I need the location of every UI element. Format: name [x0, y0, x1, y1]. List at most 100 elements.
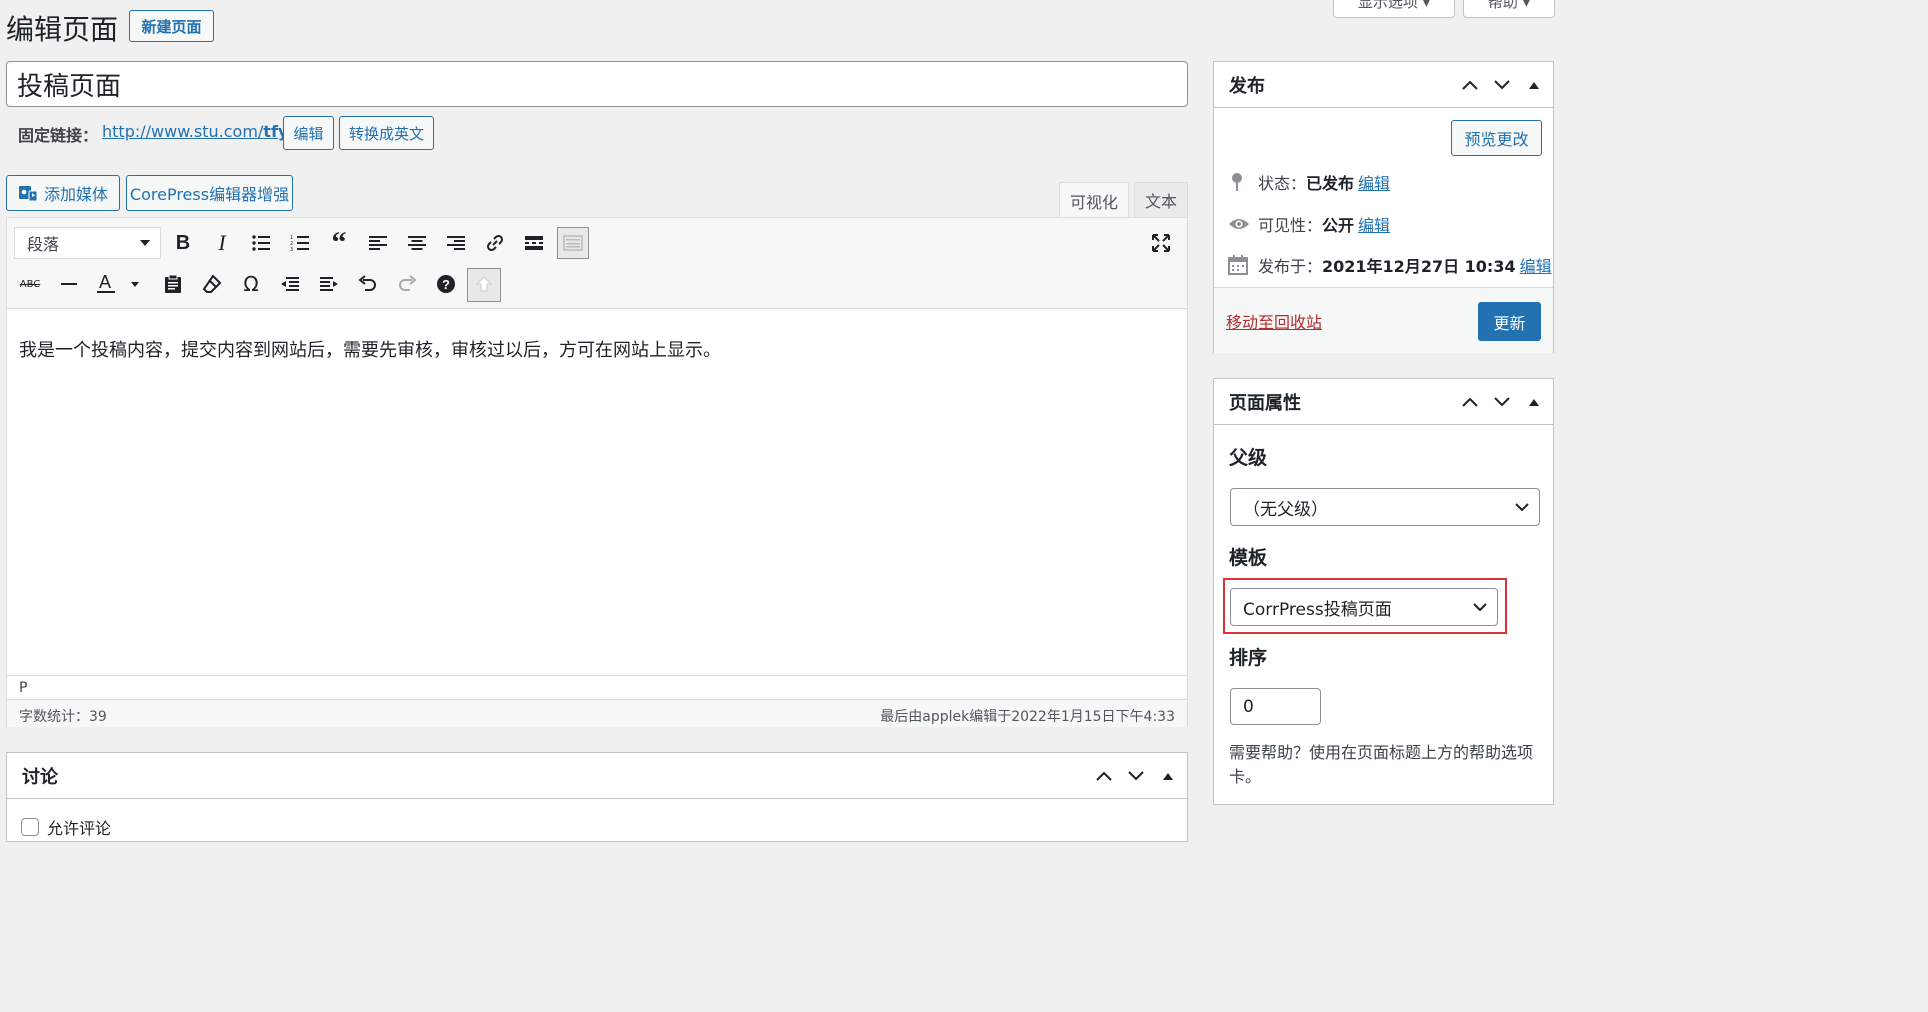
outdent-icon[interactable] [274, 268, 306, 300]
visibility-value: 公开 [1322, 216, 1355, 235]
editor-content[interactable]: 我是一个投稿内容，提交内容到网站后，需要先审核，审核过以后，方可在网站上显示。 [19, 336, 721, 362]
collapse-icon[interactable] [1523, 74, 1545, 96]
caret-down-icon [140, 240, 150, 246]
allow-comments-checkbox[interactable] [21, 818, 39, 836]
edit-slug-button[interactable]: 编辑 [283, 116, 334, 150]
strikethrough-icon[interactable]: ABC [14, 268, 46, 300]
page-title: 编辑页面 [6, 13, 119, 46]
publish-actions: 移动至回收站 更新 [1214, 287, 1553, 353]
move-up-icon[interactable] [1459, 391, 1481, 413]
read-more-icon[interactable] [518, 227, 550, 259]
format-select[interactable]: 段落 [14, 227, 161, 259]
publish-panel: 发布 预览更改 状态： 已发布 编辑 可见性： 公开 编辑 发布于： 2021年… [1213, 61, 1554, 353]
status-label: 状态： [1258, 174, 1307, 193]
bullet-list-icon[interactable] [245, 227, 277, 259]
editor-footer: 字数统计：39 最后由applek编辑于2022年1月15日下午4:33 [7, 699, 1187, 727]
discussion-title: 讨论 [22, 766, 58, 788]
undo-icon[interactable] [352, 268, 384, 300]
word-count: 字数统计：39 [19, 709, 107, 725]
published-label: 发布于： [1258, 257, 1323, 276]
parent-select[interactable]: （无父级） [1230, 488, 1540, 526]
allow-comments-option[interactable]: 允许评论 [21, 815, 111, 839]
visibility-edit-link[interactable]: 编辑 [1358, 212, 1390, 236]
translate-slug-button[interactable]: 转换成英文 [339, 116, 434, 150]
status-edit-link[interactable]: 编辑 [1358, 170, 1390, 194]
link-icon[interactable] [479, 227, 511, 259]
title-input-value: 投稿页面 [17, 71, 122, 102]
format-select-value: 段落 [27, 235, 60, 254]
published-row: 发布于： 2021年12月27日 10:34 编辑 [1228, 253, 1552, 277]
parent-label: 父级 [1229, 447, 1268, 469]
keyboard-shortcuts-icon[interactable]: ? [430, 268, 462, 300]
status-value: 已发布 [1306, 174, 1355, 193]
collapse-icon[interactable] [1157, 765, 1179, 787]
clear-formatting-icon[interactable] [196, 268, 228, 300]
screen-options-button[interactable]: 显示选项 ▾ [1333, 0, 1455, 18]
allow-comments-label: 允许评论 [47, 819, 112, 838]
page-attributes-controls [1459, 379, 1545, 425]
tab-text[interactable]: 文本 [1134, 182, 1188, 218]
new-page-button[interactable]: 新建页面 [129, 10, 214, 42]
parent-select-value: （无父级） [1243, 499, 1328, 520]
preview-changes-button[interactable]: 预览更改 [1451, 120, 1542, 156]
align-left-icon[interactable] [362, 227, 394, 259]
paste-text-icon[interactable] [157, 268, 189, 300]
add-media-icon [18, 186, 38, 202]
blockquote-icon[interactable]: “ [323, 226, 355, 259]
svg-text:?: ? [442, 277, 450, 292]
align-right-icon[interactable] [440, 227, 472, 259]
move-down-icon[interactable] [1491, 74, 1513, 96]
align-center-icon[interactable] [401, 227, 433, 259]
move-down-icon[interactable] [1125, 765, 1147, 787]
editor-path: P [7, 675, 1187, 699]
publish-title: 发布 [1229, 75, 1265, 97]
move-to-trash-link[interactable]: 移动至回收站 [1226, 309, 1322, 333]
template-label: 模板 [1229, 547, 1268, 569]
status-row: 状态： 已发布 编辑 [1228, 170, 1390, 194]
indent-icon[interactable] [313, 268, 345, 300]
toolbar-toggle-icon[interactable] [557, 227, 589, 259]
tab-visual[interactable]: 可视化 [1059, 182, 1129, 218]
order-input[interactable]: 0 [1230, 688, 1321, 725]
template-select[interactable]: CorrPress投稿页面 [1230, 588, 1498, 626]
discussion-panel: 讨论 允许评论 [6, 752, 1188, 842]
add-media-label: 添加媒体 [43, 185, 108, 204]
editor-toolbar: 段落 B I 123 “ ABC A Ω ? [7, 218, 1187, 309]
permalink-url[interactable]: http://www.stu.com/tfym [102, 122, 305, 141]
corepress-enhance-button[interactable]: CorePress编辑器增强 [126, 175, 293, 211]
special-character-icon[interactable]: Ω [235, 268, 267, 300]
move-up-icon[interactable] [1093, 765, 1115, 787]
help-button[interactable]: 帮助 ▾ [1463, 0, 1555, 18]
add-media-button[interactable]: 添加媒体 [6, 175, 120, 211]
fullscreen-icon[interactable] [1145, 227, 1177, 259]
order-label: 排序 [1229, 647, 1268, 669]
order-input-value: 0 [1243, 696, 1254, 717]
page-attributes-panel: 页面属性 父级 （无父级） 模板 CorrPress投稿页面 排序 0 需要帮助… [1213, 378, 1554, 805]
title-input[interactable]: 投稿页面 [6, 61, 1188, 107]
published-edit-link[interactable]: 编辑 [1520, 253, 1552, 277]
template-select-value: CorrPress投稿页面 [1243, 599, 1392, 620]
permalink-base: http://www.stu.com/ [102, 122, 264, 141]
editor-container: 段落 B I 123 “ ABC A Ω ? 我是一个投稿内容，提交内容到网站后… [6, 217, 1188, 727]
visibility-row: 可见性： 公开 编辑 [1228, 212, 1390, 236]
redo-icon[interactable] [391, 268, 423, 300]
page-attributes-title: 页面属性 [1229, 392, 1301, 414]
page-attributes-help: 需要帮助？使用在页面标题上方的帮助选项卡。 [1229, 743, 1534, 786]
italic-icon[interactable]: I [206, 227, 238, 259]
update-button[interactable]: 更新 [1478, 302, 1541, 341]
horizontal-line-icon[interactable] [53, 268, 85, 300]
discussion-header[interactable]: 讨论 [7, 753, 1187, 799]
permalink-label: 固定链接： [18, 126, 99, 145]
move-down-icon[interactable] [1491, 391, 1513, 413]
visibility-label: 可见性： [1258, 216, 1323, 235]
upload-icon[interactable] [467, 268, 501, 302]
pin-icon [1232, 173, 1242, 191]
collapse-icon[interactable] [1523, 391, 1545, 413]
numbered-list-icon[interactable]: 123 [284, 227, 316, 259]
last-edited: 最后由applek编辑于2022年1月15日下午4:33 [880, 709, 1175, 725]
move-up-icon[interactable] [1459, 74, 1481, 96]
text-color-icon[interactable]: A [92, 268, 144, 300]
calendar-icon [1228, 255, 1248, 275]
bold-icon[interactable]: B [167, 227, 199, 259]
eye-icon [1229, 219, 1249, 229]
